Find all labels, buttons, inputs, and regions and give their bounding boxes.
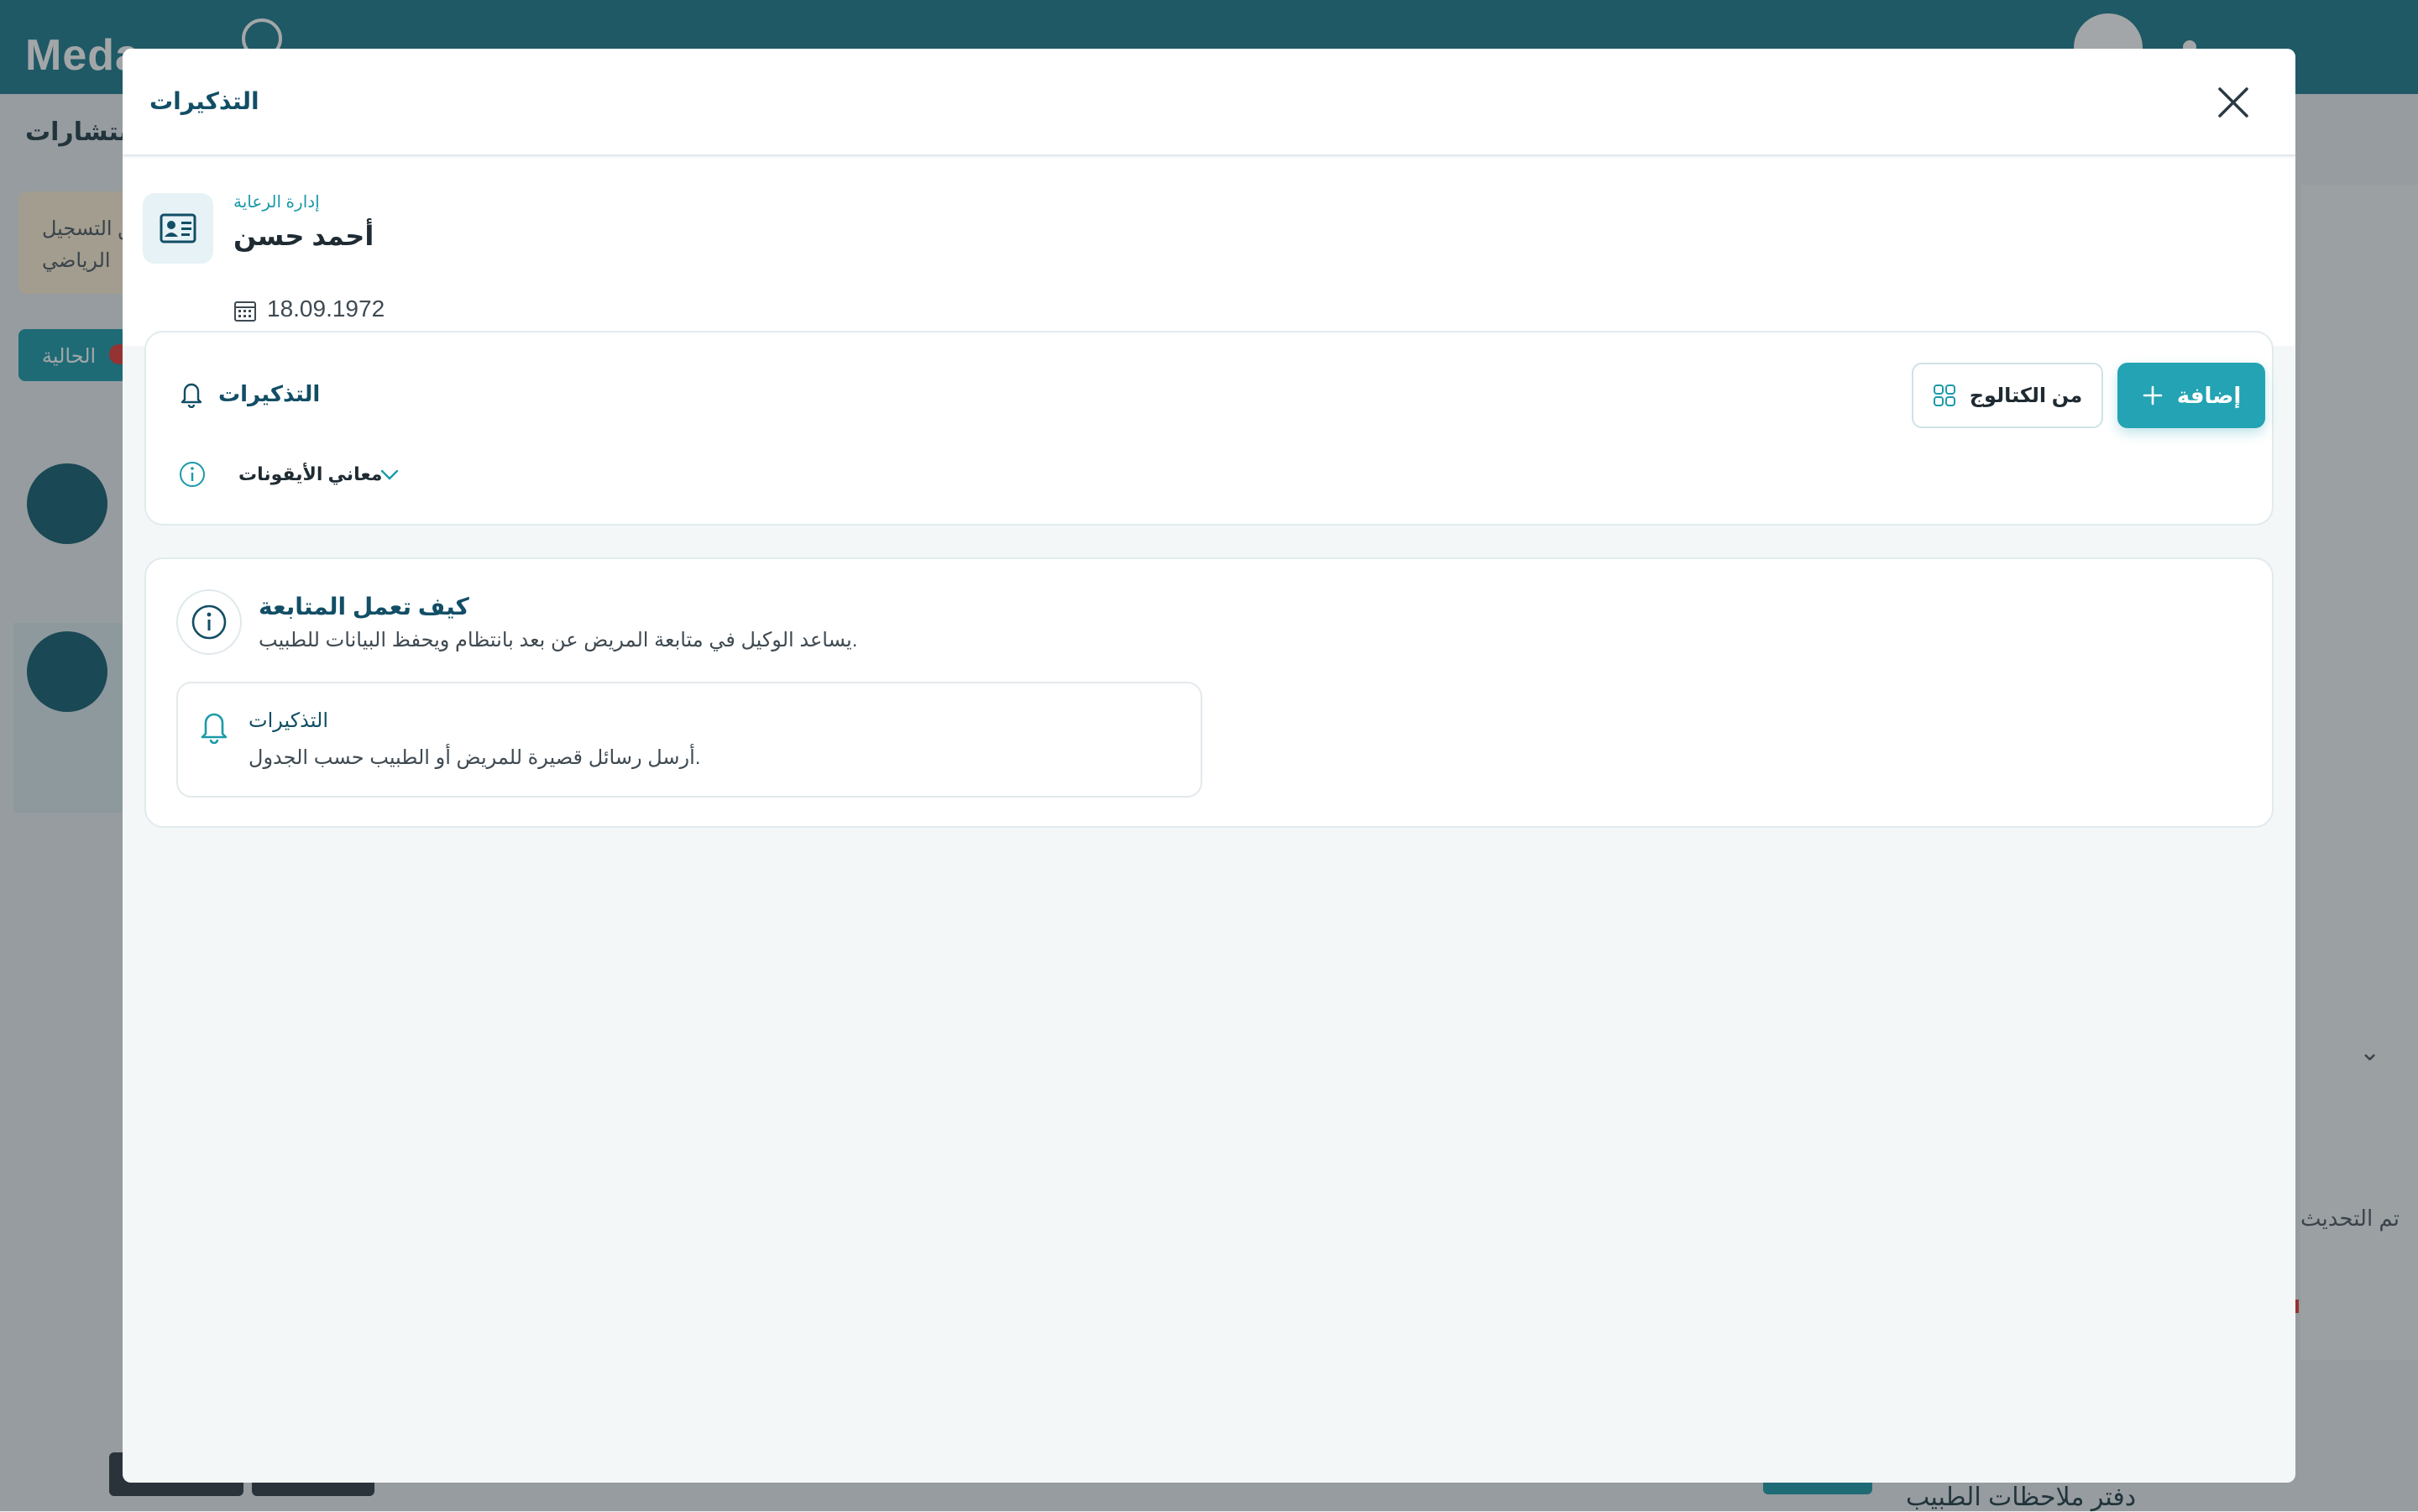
patient-card-icon-box [143,193,213,264]
reminders-modal: التذكيرات إدارة الرعاية أحمد حسن 18.09.1… [123,49,2295,1483]
how-it-works-description: يساعد الوكيل في متابعة المريض عن بعد بان… [259,629,858,651]
modal-title: التذكيرات [149,88,259,114]
add-button[interactable]: إضافة [2117,363,2265,428]
modal-header: التذكيرات [123,49,2295,156]
icon-meanings-toggle[interactable]: معاني الأيقونات [238,463,382,485]
add-button-label: إضافة [2176,382,2242,408]
id-card-icon [160,213,196,243]
from-catalog-button[interactable]: من الكتالوج [1912,363,2103,428]
feature-title: التذكيرات [249,709,328,732]
feature-reminders: التذكيرات أرسل رسائل قصيرة للمريض أو الط… [176,682,1202,798]
bell-icon [178,379,205,412]
from-catalog-label: من الكتالوج [1969,384,2083,407]
reminders-card-title: التذكيرات [218,381,321,406]
chevron-down-icon[interactable] [378,463,401,491]
info-icon [176,589,242,655]
how-it-works-title: كيف تعمل المتابعة [259,594,469,620]
care-management-label: إدارة الرعاية [233,193,320,212]
close-button[interactable] [2210,79,2257,126]
close-icon [2218,87,2248,118]
patient-name: أحمد حسن [233,221,374,251]
patient-date-of-birth: 18.09.1972 [267,296,385,322]
patient-info-bar: إدارة الرعاية أحمد حسن 18.09.1972 [123,158,2295,346]
how-it-works-card: كيف تعمل المتابعة يساعد الوكيل في متابعة… [144,557,2274,828]
feature-description: أرسل رسائل قصيرة للمريض أو الطبيب حسب ال… [249,746,701,769]
grid-icon [1933,385,1955,406]
bell-icon [198,709,230,748]
info-icon[interactable] [178,460,207,493]
calendar-icon [233,299,257,327]
plus-icon [2143,385,2163,405]
reminders-card: التذكيرات معاني الأيقونات من الكتالوج إض… [144,331,2274,526]
